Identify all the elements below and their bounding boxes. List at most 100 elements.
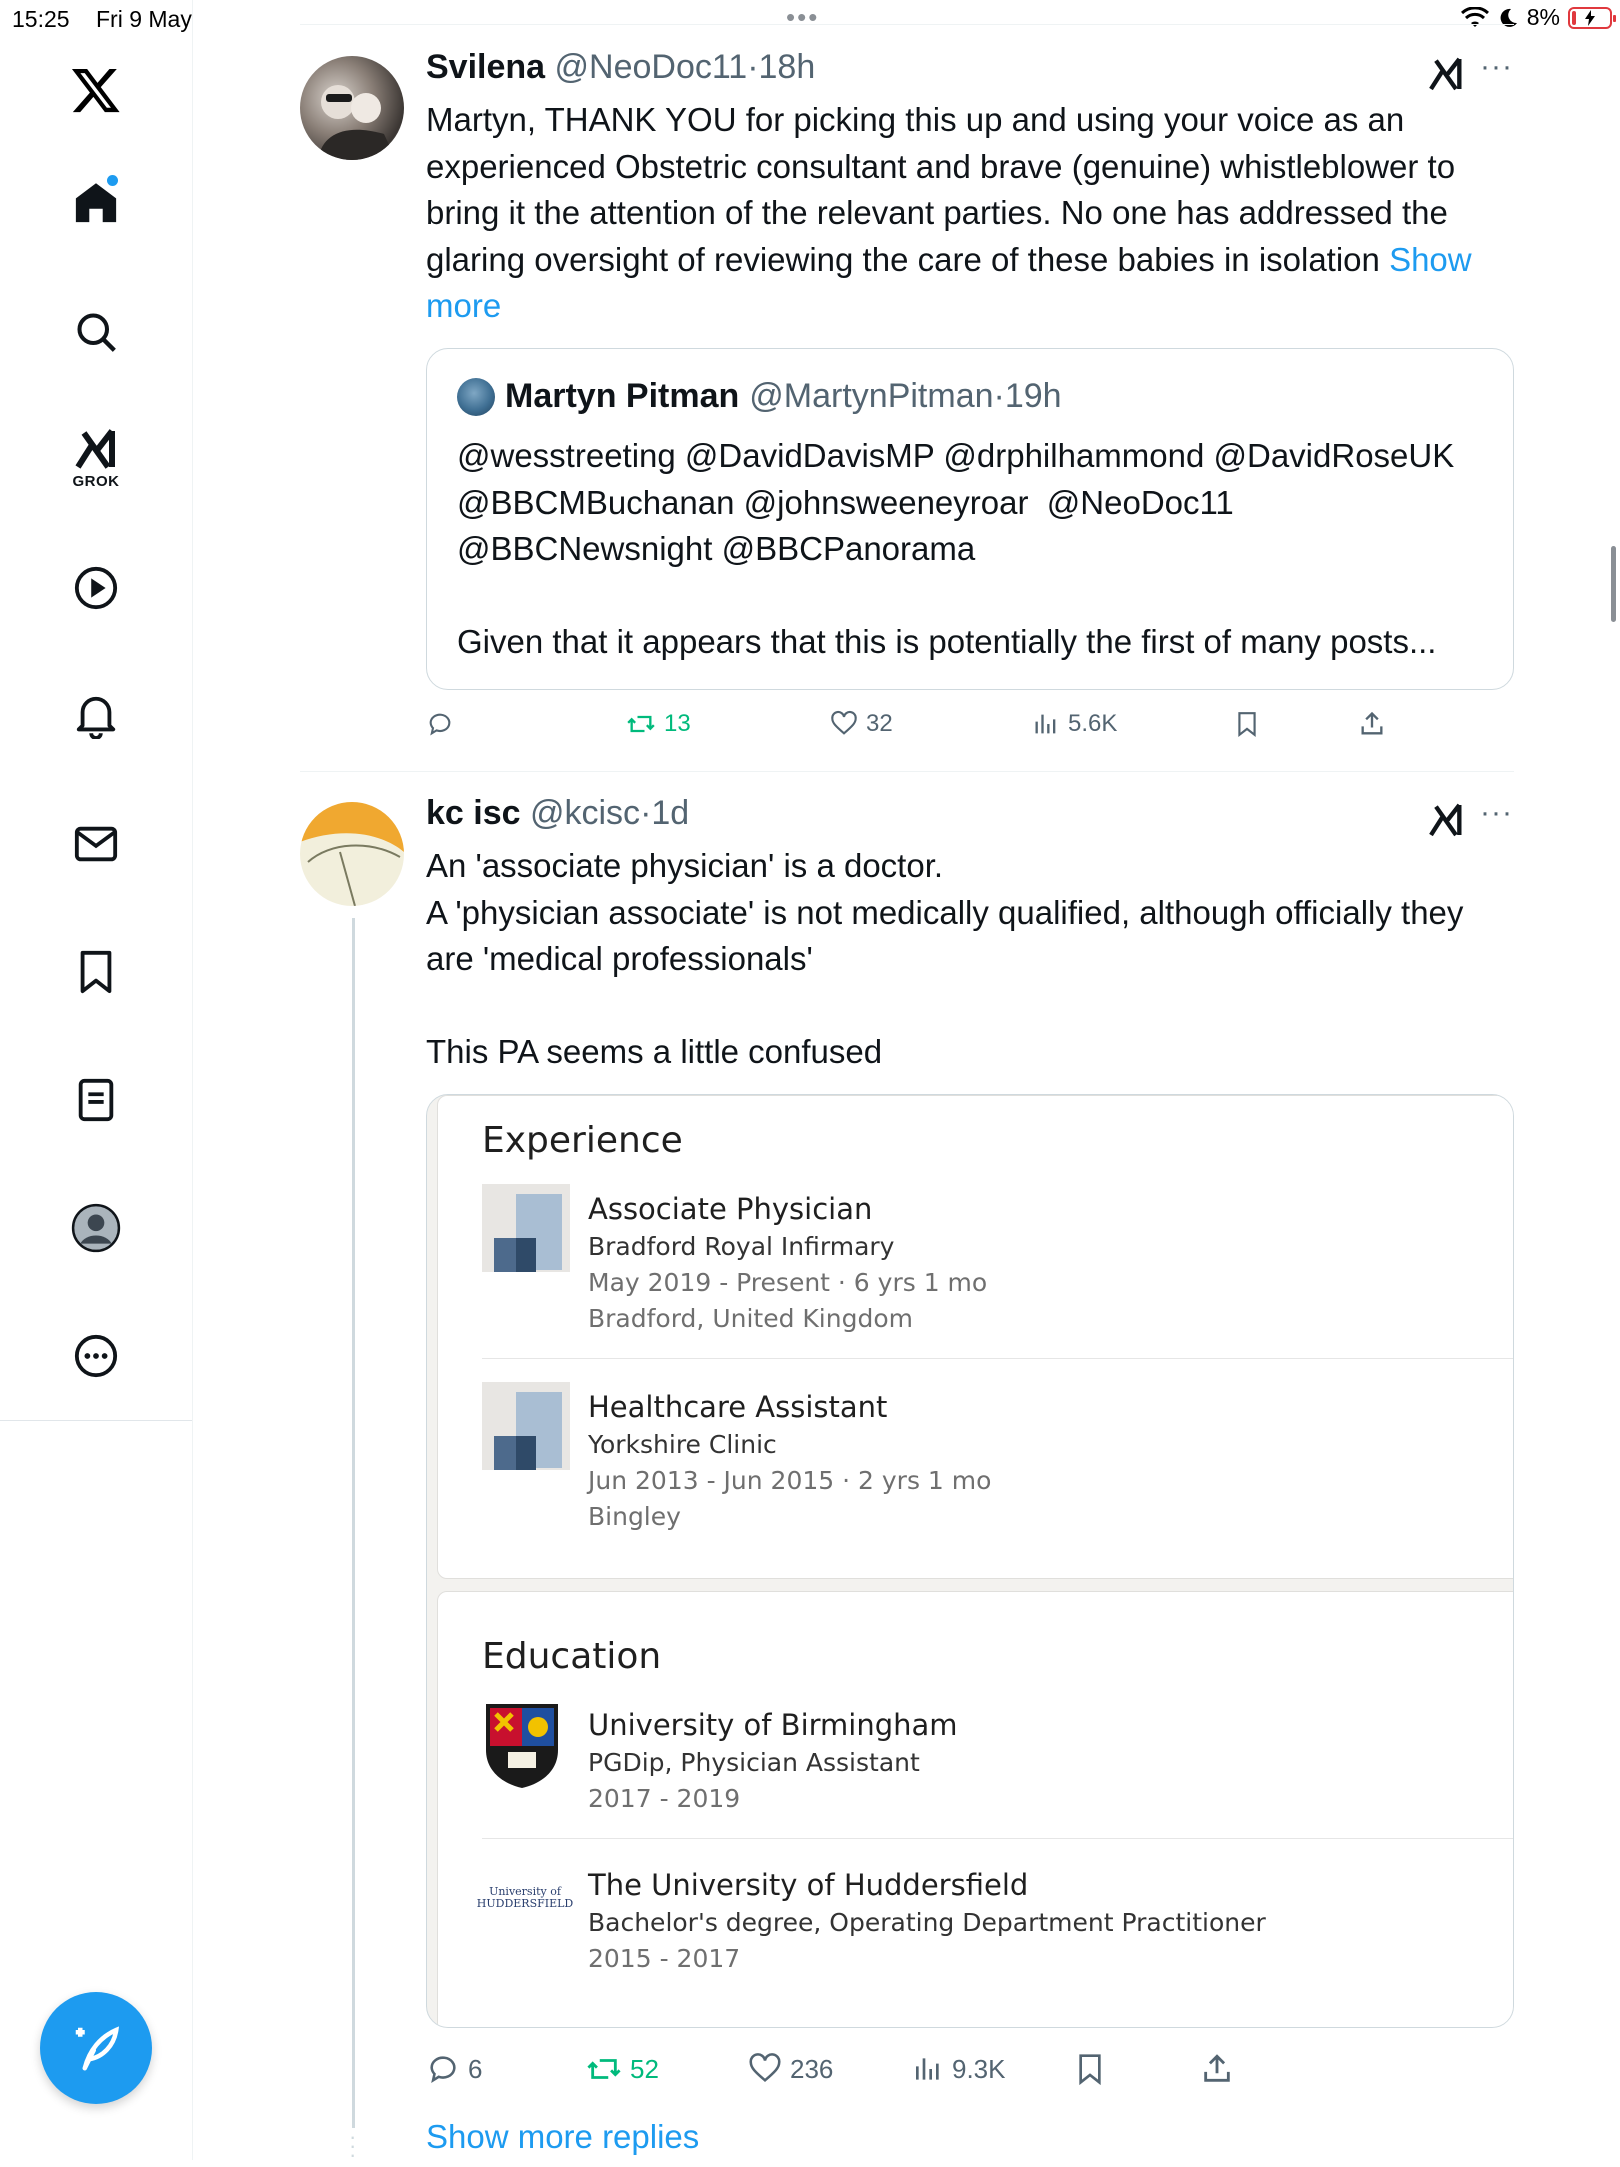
entry-title: Associate Physician xyxy=(588,1192,873,1226)
bookmark-button[interactable] xyxy=(1234,710,1260,738)
multitasking-dots[interactable]: ••• xyxy=(786,2,819,33)
repost-icon xyxy=(627,715,655,733)
bookmark-icon xyxy=(1238,712,1256,738)
views-button[interactable]: 5.6K xyxy=(1032,710,1117,738)
status-bar: 15:25 Fri 9 May ••• 8% xyxy=(0,0,1620,40)
author-name[interactable]: kc isc xyxy=(426,794,521,832)
grok-icon xyxy=(75,428,115,469)
huddersfield-logo-icon: University of HUDDERSFIELD xyxy=(476,1885,574,1910)
share-button[interactable] xyxy=(1200,2052,1234,2086)
quote-author-handle[interactable]: @MartynPitman·19h xyxy=(749,377,1061,416)
tweet-header: Svilena @NeoDoc11·18h xyxy=(426,48,815,87)
sidebar-item-lists[interactable] xyxy=(56,1060,136,1140)
tweet-time[interactable]: 18h xyxy=(759,48,816,86)
quote-mentions-1[interactable]: @wesstreeting @DavidDavisMP @drphilhammo… xyxy=(457,433,1487,480)
education-section: Education University of Birmingham PGDip… xyxy=(437,1591,1513,2027)
company-logo-icon xyxy=(482,1184,570,1272)
grok-explain-icon[interactable] xyxy=(1426,800,1466,840)
quote-avatar[interactable] xyxy=(457,377,495,416)
wifi-icon xyxy=(1460,6,1489,27)
tweet-time[interactable]: 1d xyxy=(651,794,689,832)
repost-button[interactable]: 13 xyxy=(626,710,691,738)
x-logo-icon[interactable] xyxy=(56,50,136,130)
sidebar-item-bookmarks[interactable] xyxy=(56,932,136,1012)
more-options-icon[interactable]: ··· xyxy=(1480,796,1513,830)
heart-icon xyxy=(831,710,857,735)
mail-icon xyxy=(74,826,118,862)
tweet-divider xyxy=(300,771,1514,772)
entry-degree: Bachelor's degree, Operating Department … xyxy=(588,1908,1266,1937)
company-logo-icon xyxy=(482,1382,570,1470)
sidebar-item-profile[interactable] xyxy=(56,1188,136,1268)
reply-icon xyxy=(429,713,451,736)
share-icon xyxy=(1204,2054,1230,2082)
battery-percent: 8% xyxy=(1526,4,1560,30)
like-count: 32 xyxy=(866,710,893,737)
avatar[interactable] xyxy=(300,56,404,160)
views-icon xyxy=(1035,714,1056,734)
compose-post-button[interactable] xyxy=(40,1992,152,2104)
entry-org: Bradford Royal Infirmary xyxy=(588,1232,895,1261)
sidebar-item-messages[interactable] xyxy=(56,804,136,884)
repost-button[interactable]: 52 xyxy=(586,2052,659,2086)
thread-dots: · · · xyxy=(349,2124,357,2167)
author-name[interactable]: Svilena xyxy=(426,48,545,86)
compose-feather-icon xyxy=(75,2026,120,2071)
like-count: 236 xyxy=(790,2053,834,2084)
bell-icon xyxy=(76,696,116,739)
sidebar-item-notifications[interactable] xyxy=(56,676,136,756)
tweet-body: Martyn, THANK YOU for picking this up an… xyxy=(426,101,1456,278)
more-circle-icon xyxy=(74,1334,118,1378)
share-button[interactable] xyxy=(1358,710,1386,738)
avatar[interactable] xyxy=(300,802,404,906)
moon-icon xyxy=(1500,8,1517,27)
entry-location: Bradford, United Kingdom xyxy=(588,1304,913,1333)
quote-mentions-3[interactable]: @BBCNewsnight @BBCPanorama xyxy=(457,526,1487,573)
thread-line xyxy=(352,918,355,2128)
sidebar-item-grok[interactable]: GROK xyxy=(56,418,136,498)
entry-title: University of Birmingham xyxy=(588,1708,958,1742)
tweet-line-3: This PA seems a little confused xyxy=(426,1032,883,1070)
bookmark-button[interactable] xyxy=(1074,2052,1106,2086)
quote-mentions-2[interactable]: @BBCMBuchanan @johnsweeneyroar @NeoDoc11 xyxy=(457,480,1487,527)
quoted-tweet[interactable]: Martyn Pitman @MartynPitman·19h @wesstre… xyxy=(426,348,1514,690)
sidebar-item-search[interactable] xyxy=(56,292,136,372)
like-button[interactable]: 236 xyxy=(748,2052,833,2086)
show-more-replies-link[interactable]: Show more replies xyxy=(426,2118,699,2156)
home-icon xyxy=(75,183,117,223)
education-title: Education xyxy=(482,1636,662,1677)
attached-image[interactable]: Experience Associate Physician Bradford … xyxy=(426,1094,1514,2028)
more-options-icon[interactable]: ··· xyxy=(1480,50,1513,84)
tweet-header: kc isc @kcisc·1d xyxy=(426,794,689,833)
battery-icon xyxy=(1568,6,1616,29)
author-handle[interactable]: @kcisc xyxy=(530,794,640,832)
entry-title: Healthcare Assistant xyxy=(588,1390,888,1424)
entry-org: Yorkshire Clinic xyxy=(588,1430,777,1459)
quote-body: Given that it appears that this is poten… xyxy=(457,622,1437,660)
tweet-line-1: An 'associate physician' is a doctor. xyxy=(426,847,944,884)
entry-dates: May 2019 - Present · 6 yrs 1 mo xyxy=(588,1268,988,1297)
list-icon xyxy=(78,1078,114,1122)
bookmark-icon xyxy=(80,950,112,994)
share-icon xyxy=(1361,711,1383,735)
views-button[interactable]: 9.3K xyxy=(912,2052,1006,2086)
birmingham-crest-icon xyxy=(482,1700,562,1790)
quote-author-name[interactable]: Martyn Pitman xyxy=(505,377,739,416)
sidebar-item-home[interactable] xyxy=(56,163,136,243)
sidebar-item-video[interactable] xyxy=(56,548,136,628)
quote-text: @wesstreeting @DavidDavisMP @drphilhammo… xyxy=(457,433,1487,665)
bookmark-icon xyxy=(1079,2054,1101,2086)
repost-count: 52 xyxy=(630,2053,659,2084)
reply-button[interactable] xyxy=(426,710,462,738)
author-handle[interactable]: @NeoDoc11 xyxy=(555,48,748,86)
grok-explain-icon[interactable] xyxy=(1426,54,1466,94)
tweet-text: An 'associate physician' is a doctor. A … xyxy=(426,843,1516,1075)
repost-count: 13 xyxy=(664,710,691,737)
like-button[interactable]: 32 xyxy=(830,710,893,738)
scrollbar[interactable] xyxy=(1611,546,1616,622)
reply-count: 6 xyxy=(468,2053,483,2084)
experience-section: Experience Associate Physician Bradford … xyxy=(437,1095,1513,1579)
reply-button[interactable]: 6 xyxy=(426,2052,482,2086)
entry-divider xyxy=(482,1358,1513,1359)
sidebar-item-more[interactable] xyxy=(56,1316,136,1396)
